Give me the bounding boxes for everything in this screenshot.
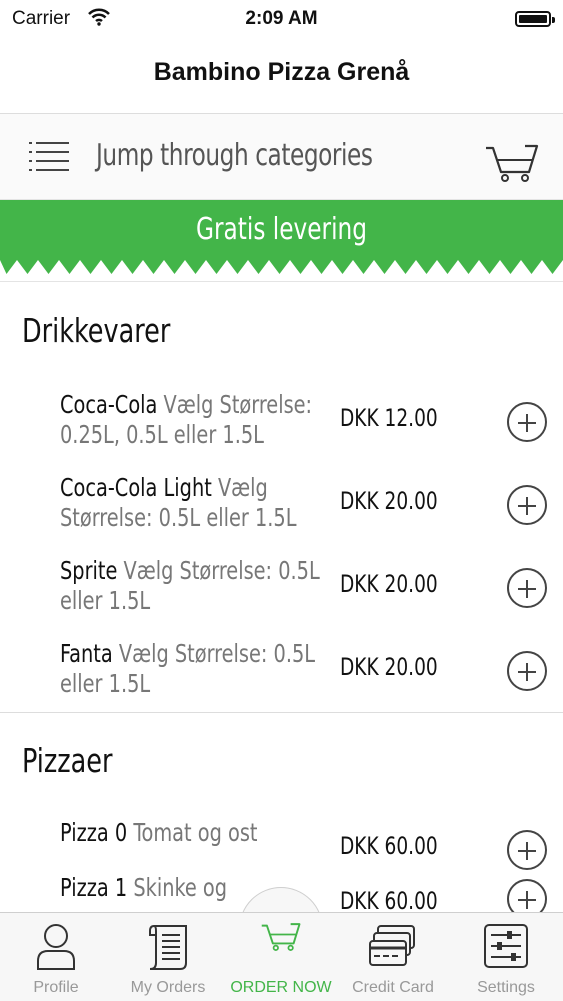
menu-item: Sprite Vælg Størrelse: 0.5L eller 1.5L D… <box>0 556 563 636</box>
divider <box>0 712 563 713</box>
item-name: Fanta <box>60 639 113 668</box>
tab-settings[interactable]: Settings <box>450 913 562 1001</box>
receipt-icon <box>149 924 187 970</box>
add-item-button[interactable] <box>507 830 547 870</box>
item-price: DKK 20.00 <box>340 487 438 515</box>
item-price: DKK 60.00 <box>340 887 438 915</box>
tab-label: Settings <box>477 979 535 996</box>
section-heading-pizzas: Pizzaer <box>22 741 113 780</box>
jump-categories-label[interactable]: Jump through categories <box>96 138 373 173</box>
hamburger-list-icon[interactable] <box>28 141 70 171</box>
tab-order-now[interactable]: ORDER NOW <box>225 913 337 1001</box>
item-name: Coca-Cola <box>60 390 158 419</box>
menu-item: Coca-Cola Light Vælg Størrelse: 0.5L ell… <box>0 473 563 553</box>
item-description: Fanta Vælg Størrelse: 0.5L eller 1.5L <box>60 639 335 699</box>
menu-item: Coca-Cola Vælg Størrelse: 0.25L, 0.5L el… <box>0 390 563 470</box>
category-jump-bar[interactable]: Jump through categories <box>0 114 563 200</box>
cart-icon <box>261 923 301 951</box>
status-time: 2:09 AM <box>245 8 318 29</box>
status-bar: Carrier 2:09 AM <box>0 0 563 40</box>
page-title: Bambino Pizza Grenå <box>153 58 410 86</box>
navigation-bar: Bambino Pizza Grenå <box>0 40 563 114</box>
divider <box>0 281 563 282</box>
item-description: Sprite Vælg Størrelse: 0.5L eller 1.5L <box>60 556 335 616</box>
tab-label: My Orders <box>130 979 206 996</box>
item-name: Coca-Cola Light <box>60 473 212 502</box>
item-name: Pizza 1 <box>60 873 128 902</box>
item-description: Coca-Cola Light Vælg Størrelse: 0.5L ell… <box>60 473 335 533</box>
add-item-button[interactable] <box>507 485 547 525</box>
item-price: DKK 20.00 <box>340 653 438 681</box>
tab-profile[interactable]: Profile <box>0 913 112 1001</box>
item-details: Skinke og <box>133 873 228 902</box>
item-price: DKK 12.00 <box>340 404 438 432</box>
item-description: Pizza 0 Tomat og ost <box>60 818 335 848</box>
tab-bar: Profile My Orders ORDER NOW Credit Card <box>0 912 563 1001</box>
item-description: Coca-Cola Vælg Størrelse: 0.25L, 0.5L el… <box>60 390 335 450</box>
add-item-button[interactable] <box>507 651 547 691</box>
tab-label: Credit Card <box>352 979 434 996</box>
item-name: Pizza 0 <box>60 818 128 847</box>
menu-item: Fanta Vælg Størrelse: 0.5L eller 1.5L DK… <box>0 639 563 719</box>
tab-credit-card[interactable]: Credit Card <box>337 913 449 1001</box>
sliders-icon <box>484 924 528 968</box>
tab-label: Profile <box>33 979 79 996</box>
tab-label: ORDER NOW <box>230 979 332 996</box>
add-item-button[interactable] <box>507 568 547 608</box>
banner-text: Gratis levering <box>196 212 367 247</box>
add-item-button[interactable] <box>507 402 547 442</box>
item-name: Sprite <box>60 556 118 585</box>
credit-cards-icon <box>369 925 415 966</box>
item-details: Tomat og ost <box>133 818 258 847</box>
tab-my-orders[interactable]: My Orders <box>112 913 224 1001</box>
person-icon <box>37 924 75 970</box>
cart-icon[interactable] <box>485 142 539 182</box>
item-price: DKK 20.00 <box>340 570 438 598</box>
free-delivery-banner: Gratis levering <box>0 200 563 278</box>
section-heading-drinks: Drikkevarer <box>22 311 171 350</box>
battery-icon <box>515 11 555 27</box>
item-price: DKK 60.00 <box>340 832 438 860</box>
